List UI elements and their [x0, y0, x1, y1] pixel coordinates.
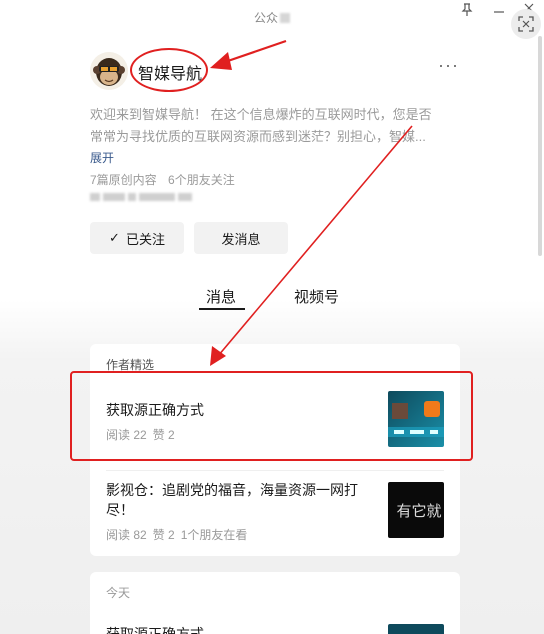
featured-card: 作者精选 获取源正确方式 阅读 22 赞 2 影视仓：追剧党的福音，海量资源一网打… [90, 344, 460, 556]
article-item[interactable]: 获取源正确方式 [90, 612, 460, 634]
original-count: 7篇原创内容 [90, 173, 157, 187]
article-thumbnail: 有它就 [388, 482, 444, 538]
pin-icon[interactable] [458, 3, 476, 21]
expand-link[interactable]: 展开 [90, 149, 114, 166]
account-stats: 7篇原创内容 6个朋友关注 [90, 171, 243, 188]
divider [106, 470, 444, 471]
minimize-icon[interactable] [490, 1, 508, 19]
active-tab-indicator [199, 308, 245, 310]
article-title: 获取源正确方式 [106, 626, 204, 634]
article-thumbnail [388, 391, 444, 447]
check-icon: ✓ [109, 230, 120, 245]
article-meta: 阅读 22 赞 2 [106, 428, 175, 442]
article-item[interactable]: 获取源正确方式 阅读 22 赞 2 [90, 384, 460, 468]
featured-header: 作者精选 [106, 358, 155, 372]
arrow-head-icon [210, 52, 232, 70]
scrollbar[interactable] [538, 36, 542, 256]
article-meta: 阅读 82 赞 2 1个朋友在看 [106, 528, 248, 542]
followed-button[interactable]: ✓ 已关注 [90, 222, 184, 254]
more-options-button[interactable]: ··· [438, 56, 460, 78]
blurred-info [90, 188, 200, 202]
today-card: 今天 获取源正确方式 [90, 572, 460, 634]
scan-icon[interactable] [511, 9, 541, 39]
account-description: 欢迎来到智媒导航！ 在这个信息爆炸的互联网时代，您是否 常常为寻找优质的互联网资… [90, 107, 432, 144]
title-bar: 公众 [0, 0, 544, 39]
monkey-avatar-icon[interactable] [90, 52, 128, 90]
article-item[interactable]: 影视仓：追剧党的福音，海量资源一网打 尽！ 阅读 82 赞 2 1个朋友在看 有它就 [90, 472, 460, 556]
account-name: 智媒导航 [138, 66, 203, 83]
send-message-button[interactable]: 发消息 [194, 222, 288, 254]
tab-messages[interactable]: 消息 [206, 286, 236, 307]
tab-channels[interactable]: 视频号 [294, 286, 339, 307]
friends-follow[interactable]: 6个朋友关注 [168, 173, 235, 187]
today-header: 今天 [106, 586, 131, 600]
article-thumbnail [388, 624, 444, 634]
article-title: 影视仓：追剧党的福音，海量资源一网打 尽！ [106, 482, 358, 518]
article-title: 获取源正确方式 [106, 402, 204, 418]
